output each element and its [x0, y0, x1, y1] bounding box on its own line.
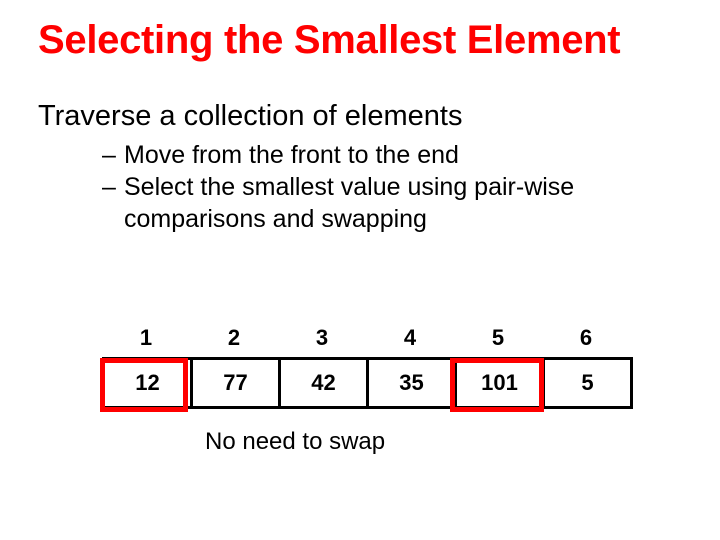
- array-cell: 35: [369, 357, 457, 409]
- slide-title: Selecting the Smallest Element: [38, 18, 682, 62]
- lead-text: Traverse a collection of elements: [38, 100, 682, 133]
- cell-row: 12 77 42 35 101 5: [102, 357, 633, 409]
- array-cell: 5: [545, 357, 633, 409]
- array-cell: 42: [281, 357, 369, 409]
- index-label: 6: [542, 325, 630, 351]
- array-cell: 12: [105, 357, 193, 409]
- array-cell: 101: [457, 357, 545, 409]
- array-diagram: 1 2 3 4 5 6 12 77 42 35 101 5: [102, 325, 633, 409]
- bullet-text: Select the smallest value using pair-wis…: [124, 171, 682, 235]
- bullet-list: – Move from the front to the end – Selec…: [102, 139, 682, 235]
- array-cell: 77: [193, 357, 281, 409]
- index-label: 3: [278, 325, 366, 351]
- index-label: 2: [190, 325, 278, 351]
- index-label: 4: [366, 325, 454, 351]
- bullet-dash-icon: –: [102, 171, 124, 235]
- index-label: 1: [102, 325, 190, 351]
- slide: Selecting the Smallest Element Traverse …: [0, 0, 720, 540]
- caption-text: No need to swap: [205, 428, 385, 456]
- bullet-item: – Move from the front to the end: [102, 139, 682, 171]
- bullet-dash-icon: –: [102, 139, 124, 171]
- index-label: 5: [454, 325, 542, 351]
- bullet-text: Move from the front to the end: [124, 139, 459, 171]
- index-row: 1 2 3 4 5 6: [102, 325, 633, 351]
- bullet-item: – Select the smallest value using pair-w…: [102, 171, 682, 235]
